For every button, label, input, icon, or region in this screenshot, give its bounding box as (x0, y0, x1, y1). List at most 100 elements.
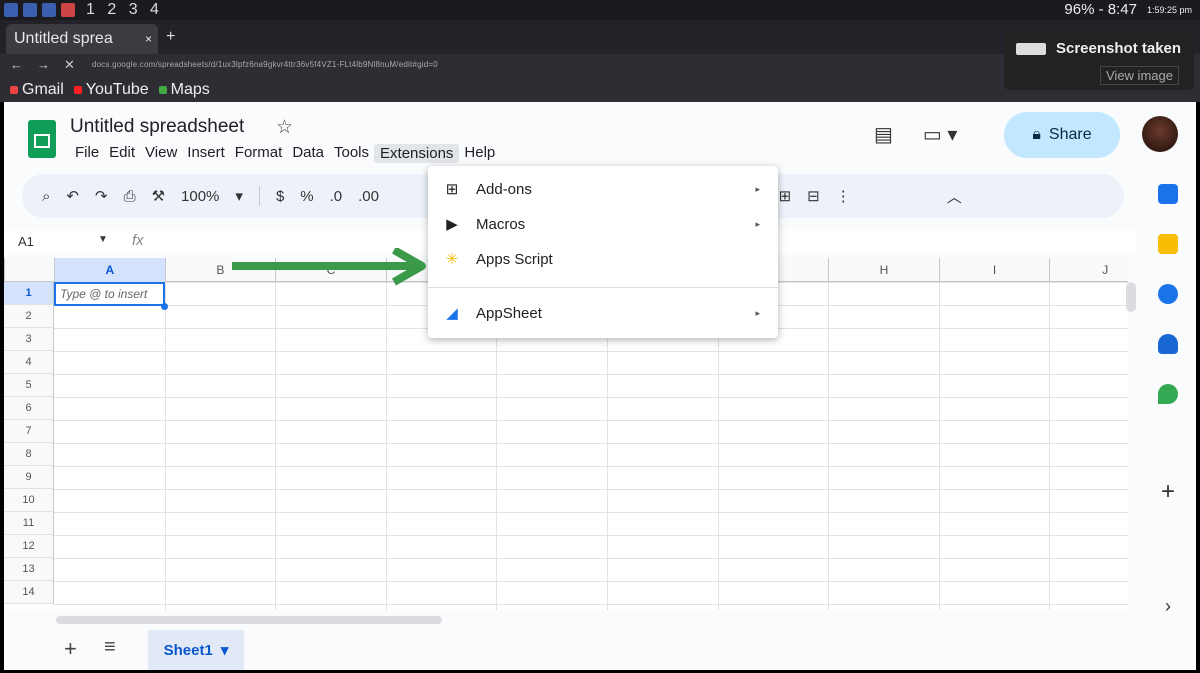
side-panel: + › (1140, 172, 1196, 670)
sheet-tab-label: Sheet1 (163, 641, 213, 659)
sheets-logo-icon[interactable] (28, 120, 56, 158)
column-header-h[interactable]: H (828, 258, 939, 282)
zoom-select[interactable]: 100% (181, 188, 219, 205)
percent-button[interactable]: % (300, 188, 313, 205)
meet-icon[interactable]: ▭ ▾ (923, 122, 958, 147)
star-icon[interactable]: ☆ (276, 116, 293, 139)
document-title[interactable]: Untitled spreadsheet (70, 116, 244, 138)
calendar-icon[interactable] (1158, 184, 1178, 204)
extensions-menu: ⊞ Add-ons ▸ ▶ Macros ▸ ✳ Apps Script ◢ A… (428, 166, 778, 338)
row-header-2[interactable]: 2 (4, 305, 53, 328)
name-box-dropdown-icon[interactable]: ▼ (98, 234, 108, 245)
row-header-10[interactable]: 10 (4, 489, 53, 512)
row-header-7[interactable]: 7 (4, 420, 53, 443)
sheet-tab[interactable]: Sheet1 ▾ (148, 630, 244, 670)
horizontal-scrollbar[interactable] (56, 616, 442, 624)
paint-format-icon[interactable]: ⚒ (152, 187, 165, 205)
browser-tab[interactable]: Untitled sprea × (6, 24, 158, 54)
row-header-14[interactable]: 14 (4, 581, 53, 604)
back-icon[interactable]: ← (10, 57, 23, 73)
grid-col-line (1049, 282, 1051, 610)
search-icon[interactable]: ⌕ (42, 188, 50, 205)
all-sheets-icon[interactable]: ≡ (104, 636, 116, 659)
sheet-tab-dropdown-icon[interactable]: ▾ (221, 641, 229, 659)
menu-insert[interactable]: Insert (182, 144, 230, 163)
menu-item-macros[interactable]: ▶ Macros ▸ (428, 207, 778, 241)
merge-cells-icon[interactable]: ⊟ (807, 187, 820, 205)
avatar[interactable] (1142, 116, 1178, 152)
maps-icon[interactable] (1158, 384, 1178, 404)
menu-help[interactable]: Help (459, 144, 500, 163)
column-header-a[interactable]: A (54, 258, 165, 282)
row-header-5[interactable]: 5 (4, 374, 53, 397)
os-taskbar: 1 2 3 4 96% - 8:47 1:59:25 pm (0, 0, 1200, 20)
view-image-button[interactable]: View image (1100, 66, 1179, 85)
more-options-icon[interactable]: ⋮ (836, 187, 851, 205)
stop-icon[interactable]: ✕ (64, 57, 75, 73)
bookmark-maps[interactable]: Maps (158, 81, 210, 99)
menu-bar: File Edit View Insert Format Data Tools … (70, 144, 500, 163)
name-box[interactable]: A1 (18, 234, 34, 249)
new-tab-button[interactable]: + (166, 28, 175, 46)
menu-file[interactable]: File (70, 144, 104, 163)
share-button[interactable]: 🔒︎ Share (1004, 112, 1120, 158)
decrease-decimal-button[interactable]: .0 (330, 188, 343, 205)
column-header-j[interactable]: J (1049, 258, 1128, 282)
menu-item-apps-script[interactable]: ✳ Apps Script (428, 242, 778, 276)
row-header-1[interactable]: 1 (4, 282, 53, 305)
increase-decimal-button[interactable]: .00 (358, 188, 379, 205)
menu-format[interactable]: Format (230, 144, 288, 163)
row-header-9[interactable]: 9 (4, 466, 53, 489)
menu-view[interactable]: View (140, 144, 182, 163)
zoom-dropdown-icon[interactable]: ▾ (235, 187, 243, 205)
undo-icon[interactable]: ↶ (66, 187, 79, 205)
row-header-4[interactable]: 4 (4, 351, 53, 374)
bookmark-gmail[interactable]: Gmail (10, 81, 64, 99)
row-header-11[interactable]: 11 (4, 512, 53, 535)
keep-icon[interactable] (1158, 234, 1178, 254)
active-cell[interactable]: Type @ to insert (54, 282, 165, 306)
workspace-switcher[interactable]: 1 2 3 4 (86, 1, 163, 19)
row-header-12[interactable]: 12 (4, 535, 53, 558)
submenu-arrow-icon: ▸ (755, 218, 760, 229)
menu-item-add-ons[interactable]: ⊞ Add-ons ▸ (428, 172, 778, 206)
add-addon-icon[interactable]: + (1161, 478, 1175, 506)
row-header-6[interactable]: 6 (4, 397, 53, 420)
share-label: Share (1048, 126, 1092, 143)
menu-item-appsheet[interactable]: ◢ AppSheet ▸ (428, 296, 778, 330)
appsheet-icon: ◢ (446, 305, 458, 322)
print-icon[interactable]: ⎙ (124, 188, 136, 205)
collapse-toolbar-icon[interactable]: ︿ (947, 186, 962, 207)
row-header-3[interactable]: 3 (4, 328, 53, 351)
menu-tools[interactable]: Tools (329, 144, 374, 163)
screenshot-toast: Screenshot taken View image (1004, 30, 1194, 90)
tasks-icon[interactable] (1158, 284, 1178, 304)
sheet-tabs-bar: + ≡ Sheet1 ▾ (4, 628, 1196, 670)
currency-button[interactable]: $ (276, 188, 284, 205)
contacts-icon[interactable] (1158, 334, 1178, 354)
menu-edit[interactable]: Edit (104, 144, 140, 163)
expand-panel-icon[interactable]: › (1165, 596, 1171, 617)
row-header-13[interactable]: 13 (4, 558, 53, 581)
grid-row-line (54, 558, 1128, 559)
fill-handle[interactable] (161, 303, 168, 310)
forward-icon[interactable]: → (37, 57, 50, 73)
add-sheet-button[interactable]: + (64, 636, 77, 662)
select-all-corner[interactable] (4, 258, 54, 282)
bookmark-youtube[interactable]: YouTube (73, 81, 149, 99)
menu-data[interactable]: Data (287, 144, 329, 163)
menu-extensions[interactable]: Extensions (374, 144, 460, 163)
grid-col-line (385, 282, 387, 610)
row-header-8[interactable]: 8 (4, 443, 53, 466)
borders-icon[interactable]: ⊞ (779, 187, 792, 205)
submenu-arrow-icon: ▸ (755, 307, 760, 318)
close-tab-icon[interactable]: × (145, 32, 152, 46)
column-header-i[interactable]: I (938, 258, 1050, 282)
redo-icon[interactable]: ↷ (95, 187, 108, 205)
url-field[interactable]: docs.google.com/spreadsheets/d/1ux3lpfz6… (92, 60, 438, 69)
comment-icon[interactable]: ▤ (874, 122, 893, 147)
vertical-scrollbar[interactable] (1126, 282, 1136, 312)
taskbar-apps[interactable] (4, 3, 78, 17)
toast-title: Screenshot taken (1056, 40, 1182, 57)
grid-col-line (164, 282, 166, 610)
